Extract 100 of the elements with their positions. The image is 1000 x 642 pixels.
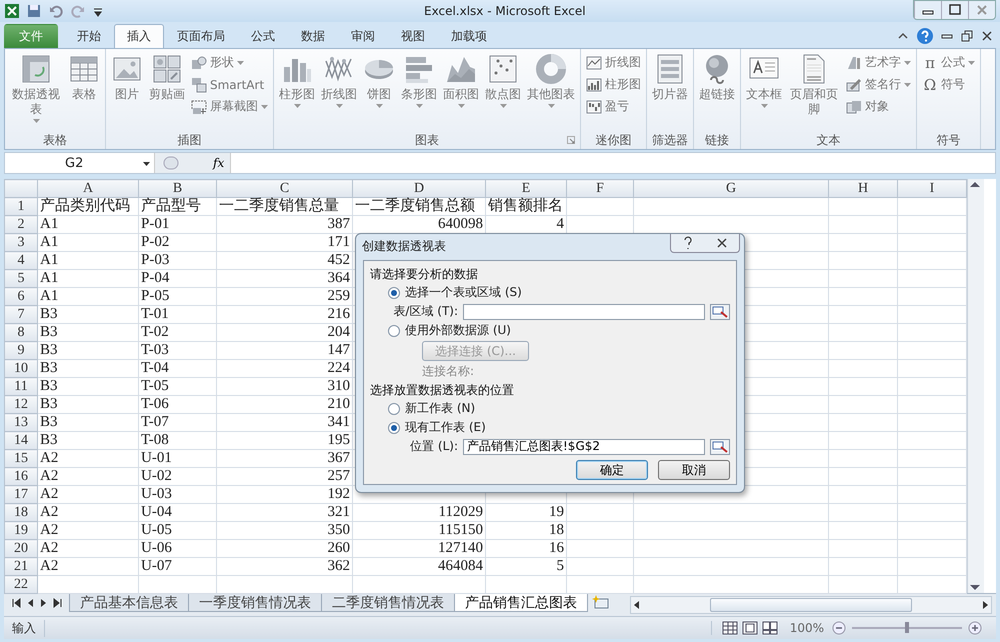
ribbon-command[interactable]: 形状	[189, 52, 270, 73]
ribbon-command[interactable]: 表格	[66, 51, 102, 131]
column-header[interactable]: H	[828, 180, 898, 198]
row-header[interactable]: 21	[4, 558, 38, 576]
sheet-tab[interactable]: 产品基本信息表	[69, 594, 189, 612]
ribbon-tab[interactable]: 页面布局	[164, 24, 238, 48]
ribbon-command[interactable]: 饼图	[361, 51, 397, 131]
row-header[interactable]: 6	[4, 288, 38, 306]
ribbon-command[interactable]: 切片器	[650, 51, 690, 131]
table-cell: A1	[38, 234, 138, 252]
ribbon-command[interactable]: 屏幕截图	[189, 96, 270, 117]
table-cell: P-03	[138, 252, 216, 270]
row-header[interactable]: 8	[4, 324, 38, 342]
ribbon-command[interactable]: SmartArt	[189, 74, 270, 95]
ribbon-command[interactable]: 页眉和页脚	[786, 51, 842, 131]
ribbon-command[interactable]: 签名行	[844, 74, 913, 95]
dialog-button[interactable]: 确定	[576, 460, 648, 480]
sheet-tab[interactable]: 一季度销售情况表	[188, 594, 322, 612]
table-cell: U-02	[138, 468, 216, 486]
ribbon-command[interactable]: π 公式	[920, 52, 977, 73]
table-cell: 产品类别代码	[38, 198, 138, 216]
column-header[interactable]: B	[138, 180, 216, 198]
table-cell: 260	[216, 540, 352, 558]
table-cell: T-04	[138, 360, 216, 378]
ribbon-command[interactable]: 其他图表	[525, 51, 577, 131]
ribbon-command[interactable]: 折线图	[584, 52, 643, 73]
row-header[interactable]: 16	[4, 468, 38, 486]
dialog-button[interactable]: 取消	[658, 460, 730, 480]
zoom-level[interactable]: 100%	[790, 621, 824, 635]
column-header[interactable]: C	[216, 180, 352, 198]
column-header[interactable]: E	[486, 180, 566, 198]
ribbon-command[interactable]: 对象	[844, 96, 913, 117]
row-header[interactable]: 7	[4, 306, 38, 324]
row-header[interactable]: 14	[4, 432, 38, 450]
ribbon-command[interactable]: 数据透视表	[8, 51, 64, 131]
column-header[interactable]: D	[352, 180, 486, 198]
column-header[interactable]: F	[566, 180, 634, 198]
ribbon-command[interactable]: Ω 符号	[920, 74, 977, 95]
ribbon-command[interactable]: 条形图	[399, 51, 439, 131]
option-label[interactable]: 选择一个表或区域 (S)	[405, 284, 522, 301]
option-label[interactable]: 新工作表 (N)	[405, 400, 476, 417]
ribbon-command[interactable]: 盈亏	[584, 96, 643, 117]
table-cell: U-06	[138, 540, 216, 558]
row-header[interactable]: 9	[4, 342, 38, 360]
column-header[interactable]: G	[634, 180, 828, 198]
ribbon-tab[interactable]: 公式	[238, 24, 288, 48]
ribbon-command[interactable]: 超链接	[697, 51, 737, 131]
field-label: 表/区域 (T):	[392, 303, 458, 320]
ribbon-tab[interactable]: 插入	[114, 24, 164, 48]
table-cell: P-04	[138, 270, 216, 288]
row-header[interactable]: 4	[4, 252, 38, 270]
table-cell: U-07	[138, 558, 216, 576]
row-header[interactable]: 1	[4, 198, 38, 216]
group-label: 迷你图	[596, 132, 632, 148]
window-title: Excel.xlsx - Microsoft Excel	[424, 4, 587, 18]
ribbon-command[interactable]: 柱形图	[277, 51, 317, 131]
row-header[interactable]: 17	[4, 486, 38, 504]
ribbon-command[interactable]: 剪贴画	[147, 51, 187, 131]
row-header[interactable]: 19	[4, 522, 38, 540]
column-header[interactable]: A	[38, 180, 138, 198]
sheet-tab[interactable]: 二季度销售情况表	[321, 594, 455, 612]
row-header[interactable]: 5	[4, 270, 38, 288]
table-cell: 257	[216, 468, 352, 486]
range-field[interactable]: 产品销售汇总图表!$G$2	[463, 438, 705, 454]
ribbon-command[interactable]: 艺术字	[844, 52, 913, 73]
row-header[interactable]: 3	[4, 234, 38, 252]
ribbon-tab[interactable]: 开始	[64, 24, 114, 48]
row-header[interactable]: 20	[4, 540, 38, 558]
option-label[interactable]: 使用外部数据源 (U)	[405, 322, 511, 339]
ribbon-tab[interactable]: 数据	[288, 24, 338, 48]
ribbon-tab[interactable]: 加载项	[438, 24, 500, 48]
ribbon-command[interactable]: 文本框	[744, 51, 784, 131]
row-header[interactable]: 11	[4, 378, 38, 396]
column-header[interactable]: I	[898, 180, 966, 198]
row-header[interactable]: 13	[4, 414, 38, 432]
option-label[interactable]: 现有工作表 (E)	[405, 419, 486, 436]
ribbon-command[interactable]: 图片	[109, 51, 145, 131]
table-cell: 259	[216, 288, 352, 306]
table-cell: 321	[216, 504, 352, 522]
ribbon-command[interactable]: 柱形图	[584, 74, 643, 95]
group-label: 图表	[415, 132, 439, 148]
ribbon-tab[interactable]: 审阅	[338, 24, 388, 48]
table-cell: 310	[216, 378, 352, 396]
row-header[interactable]: 12	[4, 396, 38, 414]
table-cell: 464084	[352, 558, 486, 576]
ribbon-command[interactable]: 折线图	[319, 51, 359, 131]
ribbon-command[interactable]: 散点图	[483, 51, 523, 131]
ribbon-tab[interactable]: 视图	[388, 24, 438, 48]
table-cell: P-02	[138, 234, 216, 252]
table-cell: U-01	[138, 450, 216, 468]
row-header[interactable]: 22	[4, 576, 38, 594]
table-cell: U-05	[138, 522, 216, 540]
dialog-title: 创建数据透视表	[362, 238, 447, 254]
ribbon-command[interactable]: 面积图	[441, 51, 481, 131]
table-cell: 216	[216, 306, 352, 324]
row-header[interactable]: 2	[4, 216, 38, 234]
row-header[interactable]: 15	[4, 450, 38, 468]
sheet-tab[interactable]: 产品销售汇总图表	[454, 594, 588, 612]
row-header[interactable]: 10	[4, 360, 38, 378]
row-header[interactable]: 18	[4, 504, 38, 522]
